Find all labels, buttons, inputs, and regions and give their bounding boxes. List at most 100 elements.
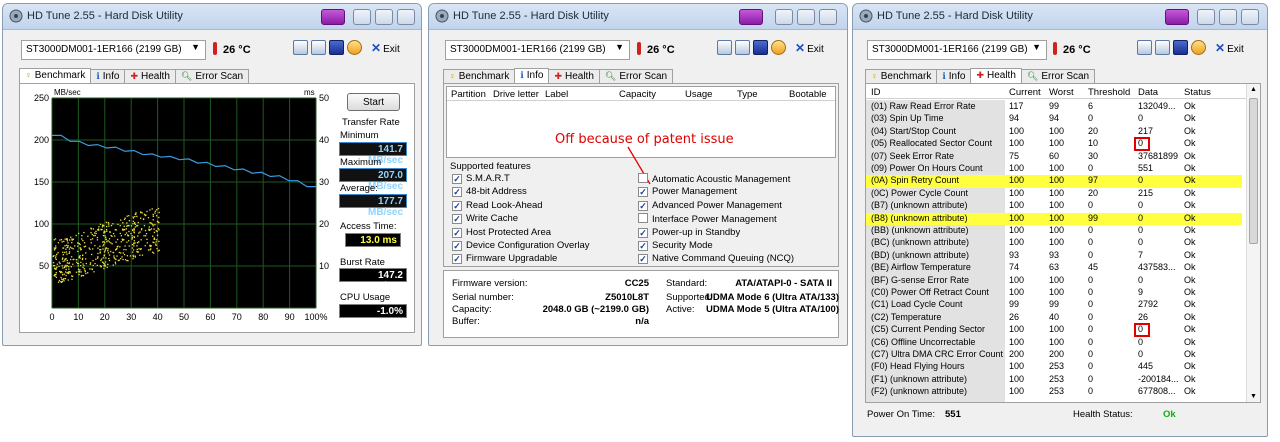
access-point xyxy=(58,270,61,273)
feature-checkbox[interactable]: ✓ Security Mode xyxy=(638,240,713,251)
health-row[interactable]: (BE) Airflow Temperature 74 63 45 437583... O… xyxy=(866,262,1242,274)
minimize-button[interactable] xyxy=(353,9,371,25)
download-icon[interactable] xyxy=(321,9,345,25)
close-button[interactable] xyxy=(1241,9,1259,25)
download-icon[interactable] xyxy=(739,9,763,25)
health-row[interactable]: (C1) Load Cycle Count 99 99 0 2792 Ok xyxy=(866,299,1242,311)
feature-checkbox[interactable]: Interface Power Management xyxy=(638,213,777,225)
feature-checkbox[interactable]: ✓ Power-up in Standby xyxy=(638,227,740,238)
access-point xyxy=(146,238,148,241)
vertical-scrollbar[interactable]: ▲ ▼ xyxy=(1246,84,1260,402)
access-point xyxy=(69,271,71,273)
feature-checkbox[interactable]: ✓ Read Look-Ahead xyxy=(452,200,543,211)
save-icon[interactable] xyxy=(329,40,344,55)
health-cell: 0 xyxy=(1138,336,1144,347)
health-row[interactable]: (BC) (unknown attribute) 100 100 0 0 Ok xyxy=(866,237,1242,249)
col-data[interactable]: Data xyxy=(1138,87,1158,98)
health-row[interactable]: (F2) (unknown attribute) 100 253 0 677808...… xyxy=(866,386,1242,398)
copy-screenshot-icon[interactable] xyxy=(735,40,750,55)
tab-error-scan[interactable]: 🔍︎ Error Scan xyxy=(1020,69,1096,84)
health-row[interactable]: (BD) (unknown attribute) 93 93 0 7 Ok xyxy=(866,250,1242,262)
close-button[interactable] xyxy=(397,9,415,25)
health-row[interactable]: (05) Reallocated Sector Count 100 100 10 0 Ok xyxy=(866,137,1242,152)
drive-select[interactable]: ST3000DM001-1ER166 (2199 GB) ▼ xyxy=(445,40,630,60)
tab-health[interactable]: ✚ Health xyxy=(548,69,600,84)
tab-benchmark[interactable]: ♀ Benchmark xyxy=(443,69,516,84)
access-point xyxy=(77,265,79,267)
options-icon[interactable] xyxy=(1191,40,1206,55)
copy-text-icon[interactable] xyxy=(293,40,308,55)
feature-checkbox[interactable]: ✓ Firmware Upgradable xyxy=(452,253,557,265)
health-row[interactable]: (B7) (unknown attribute) 100 100 0 0 Ok xyxy=(866,200,1242,212)
scrollbar-thumb[interactable] xyxy=(1249,98,1258,244)
col-threshold[interactable]: Threshold xyxy=(1088,87,1130,98)
scroll-up-icon[interactable]: ▲ xyxy=(1250,86,1257,93)
tab-error-scan[interactable]: 🔍︎ Error Scan xyxy=(598,69,674,84)
health-row[interactable]: (04) Start/Stop Count 100 100 20 217 Ok xyxy=(866,126,1242,138)
health-row[interactable]: (F0) Head Flying Hours 100 253 0 445 Ok xyxy=(866,361,1242,373)
exit-button[interactable]: ✕ Exit xyxy=(795,41,824,55)
health-row[interactable]: (09) Power On Hours Count 100 100 0 551 Ok xyxy=(866,163,1242,175)
health-row[interactable]: (C5) Current Pending Sector 100 100 0 0 Ok xyxy=(866,323,1242,338)
health-row[interactable]: (BF) G-sense Error Rate 100 100 0 0 Ok xyxy=(866,275,1242,287)
maximize-button[interactable] xyxy=(1219,9,1237,25)
feature-checkbox[interactable]: ✓ 48-bit Address xyxy=(452,186,527,198)
access-point xyxy=(110,242,112,244)
download-icon[interactable] xyxy=(1165,9,1189,25)
close-button[interactable] xyxy=(819,9,837,25)
feature-checkbox[interactable]: ✓ Advanced Power Management xyxy=(638,200,782,211)
exit-button[interactable]: ✕ Exit xyxy=(1215,41,1244,55)
drive-select[interactable]: ST3000DM001-1ER166 (2199 GB) ▼ xyxy=(21,40,206,60)
tab-error-scan[interactable]: 🔍︎ Error Scan xyxy=(174,69,250,84)
health-row[interactable]: (C7) Ultra DMA CRC Error Count 200 200 0 0 Ok xyxy=(866,349,1242,361)
minimize-button[interactable] xyxy=(775,9,793,25)
tab-bar: ♀ Benchmark ℹ Info ✚ Health 🔍︎ Error Scan xyxy=(443,67,674,85)
feature-checkbox[interactable]: ✓ Host Protected Area xyxy=(452,227,551,238)
drive-select[interactable]: ST3000DM001-1ER166 (2199 GB) ▼ xyxy=(867,40,1047,60)
col-status[interactable]: Status xyxy=(1184,87,1211,98)
start-button[interactable]: Start xyxy=(347,93,400,111)
health-row[interactable]: (07) Seek Error Rate 75 60 30 37681899 Ok xyxy=(866,151,1242,163)
health-row[interactable]: (C6) Offline Uncorrectable 100 100 0 0 Ok xyxy=(866,337,1242,349)
access-point xyxy=(96,239,99,241)
copy-text-icon[interactable] xyxy=(717,40,732,55)
health-row[interactable]: (0C) Power Cycle Count 100 100 20 215 Ok xyxy=(866,188,1242,200)
scroll-down-icon[interactable]: ▼ xyxy=(1250,393,1257,400)
copy-screenshot-icon[interactable] xyxy=(1155,40,1170,55)
options-icon[interactable] xyxy=(771,40,786,55)
health-row[interactable]: (C0) Power Off Retract Count 100 100 0 9 Ok xyxy=(866,287,1242,299)
copy-text-icon[interactable] xyxy=(1137,40,1152,55)
feature-checkbox[interactable]: ✓ S.M.A.R.T xyxy=(452,173,510,184)
health-cell: (05) Reallocated Sector Count xyxy=(871,138,993,149)
options-icon[interactable] xyxy=(347,40,362,55)
maximize-button[interactable] xyxy=(375,9,393,25)
tab-info[interactable]: ℹ Info xyxy=(90,69,126,84)
health-row[interactable]: (01) Raw Read Error Rate 117 99 6 132049... O… xyxy=(866,101,1242,113)
tab-benchmark[interactable]: ♀ Benchmark xyxy=(865,69,938,84)
col-current[interactable]: Current xyxy=(1009,87,1041,98)
checkbox-checked-icon: ✓ xyxy=(638,254,648,265)
health-row[interactable]: (B8) (unknown attribute) 100 100 99 0 Ok xyxy=(866,212,1242,225)
feature-checkbox[interactable]: ✓ Device Configuration Overlay xyxy=(452,240,590,251)
health-row[interactable]: (0A) Spin Retry Count 100 100 97 0 Ok xyxy=(866,175,1242,188)
exit-button[interactable]: ✕ Exit xyxy=(371,41,400,55)
tab-info[interactable]: ℹ Info xyxy=(936,69,972,84)
health-cell: 0 xyxy=(1088,225,1094,235)
health-row[interactable]: (BB) (unknown attribute) 100 100 0 0 Ok xyxy=(866,225,1242,237)
tab-health[interactable]: ✚ Health xyxy=(124,69,176,84)
col-worst[interactable]: Worst xyxy=(1049,87,1074,98)
health-row[interactable]: (F1) (unknown attribute) 100 253 0 -200184..… xyxy=(866,374,1242,386)
feature-checkbox[interactable]: ✓ Power Management xyxy=(638,186,737,198)
minimize-button[interactable] xyxy=(1197,9,1215,25)
health-row[interactable]: (03) Spin Up Time 94 94 0 0 Ok xyxy=(866,113,1242,125)
maximize-button[interactable] xyxy=(797,9,815,25)
save-icon[interactable] xyxy=(1173,40,1188,55)
save-icon[interactable] xyxy=(753,40,768,55)
col-id[interactable]: ID xyxy=(871,87,881,98)
copy-screenshot-icon[interactable] xyxy=(311,40,326,55)
feature-checkbox[interactable]: ✓ Native Command Queuing (NCQ) xyxy=(638,253,794,265)
feature-checkbox[interactable]: Automatic Acoustic Management xyxy=(638,173,790,185)
feature-checkbox[interactable]: ✓ Write Cache xyxy=(452,213,518,225)
health-cell: 20 xyxy=(1088,125,1099,136)
health-row[interactable]: (C2) Temperature 26 40 0 26 Ok xyxy=(866,312,1242,324)
